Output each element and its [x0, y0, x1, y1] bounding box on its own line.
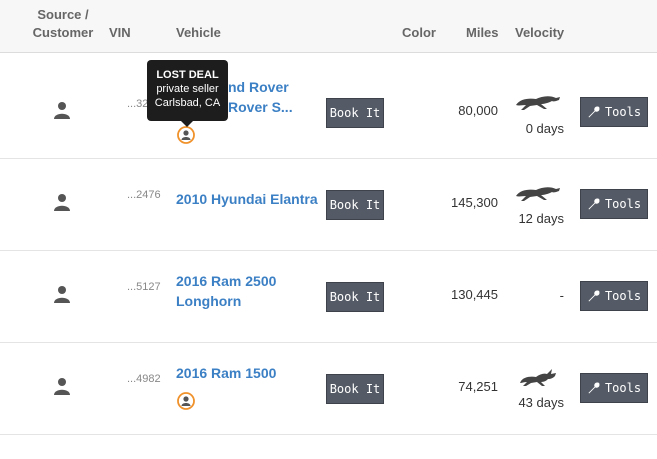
lost-deal-tooltip: LOST DEAL private seller Carlsbad, CA — [147, 60, 228, 127]
private-seller-lead-icon[interactable] — [177, 126, 195, 144]
book-it-button[interactable]: Book It — [326, 190, 384, 220]
velocity-days: 12 days — [518, 211, 564, 226]
book-it-button[interactable]: Book It — [326, 374, 384, 404]
miles-value: 130,445 — [451, 287, 498, 302]
table-row: ...4982 2016 Ram 1500 Book It 74,251 43 … — [0, 343, 657, 435]
vehicle-link[interactable]: 2010 Hyundai Elantra — [176, 189, 318, 209]
vin-text: ...32 — [127, 98, 149, 110]
tools-button[interactable]: Tools — [580, 373, 648, 403]
velocity-days: - — [559, 288, 564, 303]
tools-button[interactable]: Tools — [580, 189, 648, 219]
vehicle-link[interactable]: nd Rover Rover S... — [228, 77, 293, 117]
wrench-icon — [588, 198, 600, 210]
wrench-icon — [588, 290, 600, 302]
vin-text: ...4982 — [127, 373, 161, 385]
table-row: ...32 nd Rover Rover S... Book It 80,000… — [0, 67, 657, 159]
tools-button[interactable]: Tools — [580, 97, 648, 127]
miles-value: 145,300 — [451, 195, 498, 210]
customer-person-icon — [54, 378, 70, 395]
wrench-icon — [588, 106, 600, 118]
book-it-button[interactable]: Book It — [326, 282, 384, 312]
customer-person-icon — [54, 286, 70, 303]
tooltip-arrow — [181, 121, 193, 127]
cheetah-icon — [516, 187, 560, 201]
velocity-days: 0 days — [525, 121, 564, 136]
table-row: ...2476 2010 Hyundai Elantra Book It 145… — [0, 159, 657, 251]
wrench-icon — [588, 382, 600, 394]
vin-text: ...5127 — [127, 281, 161, 293]
book-it-button[interactable]: Book It — [326, 98, 384, 128]
vin-text: ...2476 — [127, 189, 161, 201]
tools-button[interactable]: Tools — [580, 281, 648, 311]
vehicle-link[interactable]: 2016 Ram 2500 Longhorn — [176, 271, 276, 311]
velocity-days: 43 days — [518, 395, 564, 410]
header-source-customer[interactable]: Source / Customer — [32, 6, 94, 42]
vehicle-link[interactable]: 2016 Ram 1500 — [176, 363, 276, 383]
tooltip-location: Carlsbad, CA — [154, 97, 221, 109]
customer-person-icon — [54, 102, 70, 119]
tooltip-title: LOST DEAL — [156, 69, 219, 81]
tooltip-seller-type: private seller — [156, 83, 219, 95]
header-vin[interactable]: VIN — [109, 24, 131, 42]
miles-value: 74,251 — [458, 379, 498, 394]
miles-value: 80,000 — [458, 103, 498, 118]
rabbit-icon — [520, 369, 556, 386]
header-velocity[interactable]: Velocity — [515, 24, 564, 42]
private-seller-lead-icon[interactable] — [177, 392, 195, 410]
table-row: ...5127 2016 Ram 2500 Longhorn Book It 1… — [0, 251, 657, 343]
header-vehicle[interactable]: Vehicle — [176, 24, 221, 42]
table-header: Source / Customer VIN Vehicle Color Mile… — [0, 0, 657, 53]
customer-person-icon — [54, 194, 70, 211]
cheetah-icon — [516, 96, 560, 110]
header-miles[interactable]: Miles — [466, 24, 499, 42]
header-color[interactable]: Color — [402, 24, 436, 42]
